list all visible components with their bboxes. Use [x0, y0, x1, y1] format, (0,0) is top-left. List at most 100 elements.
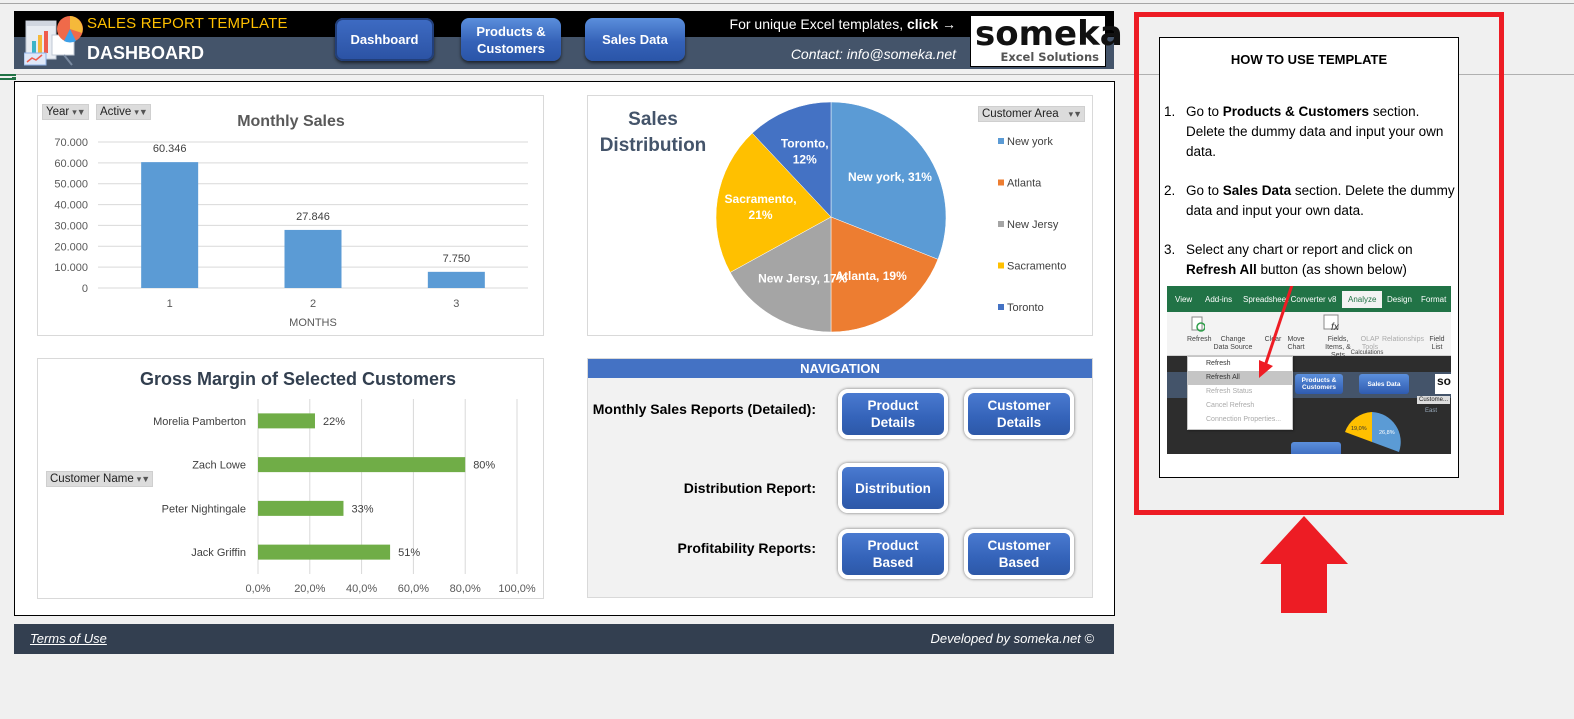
- x-tick-label: 80,0%: [450, 583, 481, 595]
- legend-label: New Jersy: [1007, 219, 1059, 231]
- profitability-reports-label: Profitability Reports:: [677, 540, 816, 556]
- dashboard-canvas: Year ▾▼ Active ▾▼ Monthly Sales 0 10.000 20…: [14, 81, 1115, 616]
- slice-label: Toronto,: [781, 137, 829, 151]
- monthly-sales-plot: Monthly Sales 0 10.000 20.000 30.000 40.000 50…: [54, 113, 528, 329]
- legend-swatch: [998, 304, 1004, 310]
- step-text-bold: Products & Customers: [1222, 104, 1370, 119]
- dashboard-nav-button[interactable]: Dashboard: [335, 18, 434, 61]
- chart-title: Monthly Sales: [237, 113, 345, 130]
- step-text: Go to Products & Customers section. Dele…: [1186, 102, 1458, 162]
- promo-label: For unique Excel templates,: [729, 16, 904, 32]
- developed-by-text: Developed by someka.net ©: [930, 631, 1094, 646]
- category-label: Morelia Pamberton: [153, 416, 246, 428]
- navigation-header: NAVIGATION: [588, 359, 1092, 378]
- someka-tagline: Excel Solutions: [1000, 50, 1099, 64]
- customer-details-button[interactable]: Customer Details: [964, 389, 1074, 439]
- x-tick-label: 100,0%: [498, 583, 536, 595]
- promo-text[interactable]: For unique Excel templates, click →: [730, 16, 956, 32]
- step-number: 2.: [1164, 183, 1176, 198]
- step-text-pre: Go to: [1186, 104, 1223, 119]
- data-label: 27.846: [296, 211, 330, 223]
- step-text-bold: Refresh All: [1186, 262, 1257, 277]
- category-label: Zach Lowe: [192, 460, 246, 472]
- x-tick-label: 2: [310, 298, 316, 310]
- distribution-label: Distribution: [855, 480, 931, 496]
- distribution-report-label: Distribution Report:: [683, 480, 816, 496]
- slice-label: 12%: [793, 153, 817, 167]
- data-label: 60.346: [153, 143, 187, 155]
- sales-data-nav-label: Sales Data: [602, 32, 668, 47]
- legend-swatch: [998, 221, 1004, 227]
- category-label: Jack Griffin: [191, 547, 246, 559]
- bar: [258, 500, 344, 516]
- sales-data-nav-button[interactable]: Sales Data: [585, 18, 685, 61]
- x-tick-label: 60,0%: [398, 583, 429, 595]
- how-to-use-panel: HOW TO USE TEMPLATE 1. Go to Products & …: [1159, 37, 1459, 478]
- header-banner: SALES REPORT TEMPLATE DASHBOARD Dashboar…: [14, 11, 1123, 69]
- monthly-sales-reports-label: Monthly Sales Reports (Detailed):: [592, 401, 816, 417]
- legend-swatch: [998, 179, 1004, 186]
- how-to-title: HOW TO USE TEMPLATE: [1230, 52, 1388, 67]
- customer-based-button[interactable]: Customer Based: [964, 529, 1074, 579]
- chart-title: Gross Margin of Selected Customers: [140, 369, 456, 389]
- gross-margin-chart[interactable]: Customer Name ▾▼ Gross Margin of Selecte…: [37, 358, 544, 599]
- how-to-step: 1. Go to Products & Customers section. D…: [1164, 102, 1458, 162]
- y-tick-label: 20.000: [54, 241, 88, 253]
- customer-details-label: Customer Details: [987, 398, 1051, 430]
- product-details-button[interactable]: Product Details: [838, 389, 948, 439]
- bar: [427, 271, 485, 288]
- step-text: Select any chart or report and click on …: [1186, 240, 1458, 280]
- terms-of-use-link[interactable]: Terms of Use: [30, 631, 107, 646]
- how-to-step: 2. Go to Sales Data section. Delete the …: [1164, 181, 1458, 221]
- products-customers-nav-label: Products & Customers: [476, 23, 546, 56]
- pie-plot: New york, 31%Atlanta, 19%New Jersy, 17%S…: [715, 101, 1066, 333]
- legend-label: New york: [1007, 136, 1053, 148]
- data-label: 51%: [398, 547, 420, 559]
- how-to-step: 3. Select any chart or report and click …: [1164, 240, 1458, 280]
- bar: [141, 162, 199, 288]
- x-tick-label: 1: [167, 298, 173, 310]
- x-tick-label: 0,0%: [245, 583, 270, 595]
- slice-label: Sacramento,: [725, 192, 797, 206]
- app-title: SALES REPORT TEMPLATE: [87, 15, 288, 32]
- sales-distribution-chart[interactable]: Sales Distribution Customer Area ▾▼ New …: [587, 95, 1093, 336]
- sheet-gridline: [0, 3, 1574, 4]
- page-title: DASHBOARD: [87, 43, 204, 63]
- bar: [284, 229, 342, 288]
- step-text-bold: Sales Data: [1222, 183, 1292, 198]
- data-label: 22%: [323, 416, 345, 428]
- customer-based-label: Customer Based: [987, 538, 1051, 570]
- distribution-button[interactable]: Distribution: [838, 463, 948, 513]
- step-number: 1.: [1164, 104, 1176, 119]
- someka-logo[interactable]: someka Excel Solutions: [970, 14, 1123, 67]
- red-pointer-arrow-icon: [1259, 286, 1294, 378]
- navigation-panel: NAVIGATION Monthly Sales Reports (Detail…: [587, 358, 1093, 598]
- products-customers-nav-button[interactable]: Products & Customers: [461, 18, 561, 61]
- y-tick-label: 60.000: [54, 158, 88, 170]
- product-based-button[interactable]: Product Based: [838, 529, 948, 579]
- slice-label: New Jersy, 17%: [758, 271, 847, 285]
- x-tick-label: 3: [453, 298, 459, 310]
- report-dashboard-icon: [24, 16, 83, 66]
- data-label: 80%: [473, 460, 495, 472]
- bar: [258, 544, 391, 560]
- data-label: 7.750: [443, 253, 471, 265]
- contact-email[interactable]: Contact: info@someka.net: [791, 46, 956, 62]
- promo-click-link[interactable]: click →: [907, 16, 956, 32]
- selected-cell-marker: [0, 74, 16, 80]
- someka-brand: someka: [975, 14, 1123, 54]
- monthly-sales-chart[interactable]: Year ▾▼ Active ▾▼ Monthly Sales 0 10.000 20…: [37, 95, 544, 336]
- x-axis-label: MONTHS: [289, 317, 337, 329]
- product-details-label: Product Details: [867, 398, 919, 430]
- y-tick-label: 10.000: [54, 262, 88, 274]
- step-text-pre: Go to: [1186, 183, 1223, 198]
- gross-margin-plot: Gross Margin of Selected Customers 0,0% 20…: [140, 369, 536, 595]
- y-tick-label: 40.000: [54, 200, 88, 212]
- x-tick-label: 40,0%: [346, 583, 377, 595]
- slice-label: New york, 31%: [848, 170, 932, 184]
- product-based-label: Product Based: [867, 538, 919, 570]
- legend-label: Sacramento: [1007, 261, 1066, 273]
- data-label: 33%: [351, 503, 373, 515]
- footer-bar: Terms of Use Developed by someka.net ©: [14, 624, 1114, 654]
- legend-swatch: [998, 138, 1004, 144]
